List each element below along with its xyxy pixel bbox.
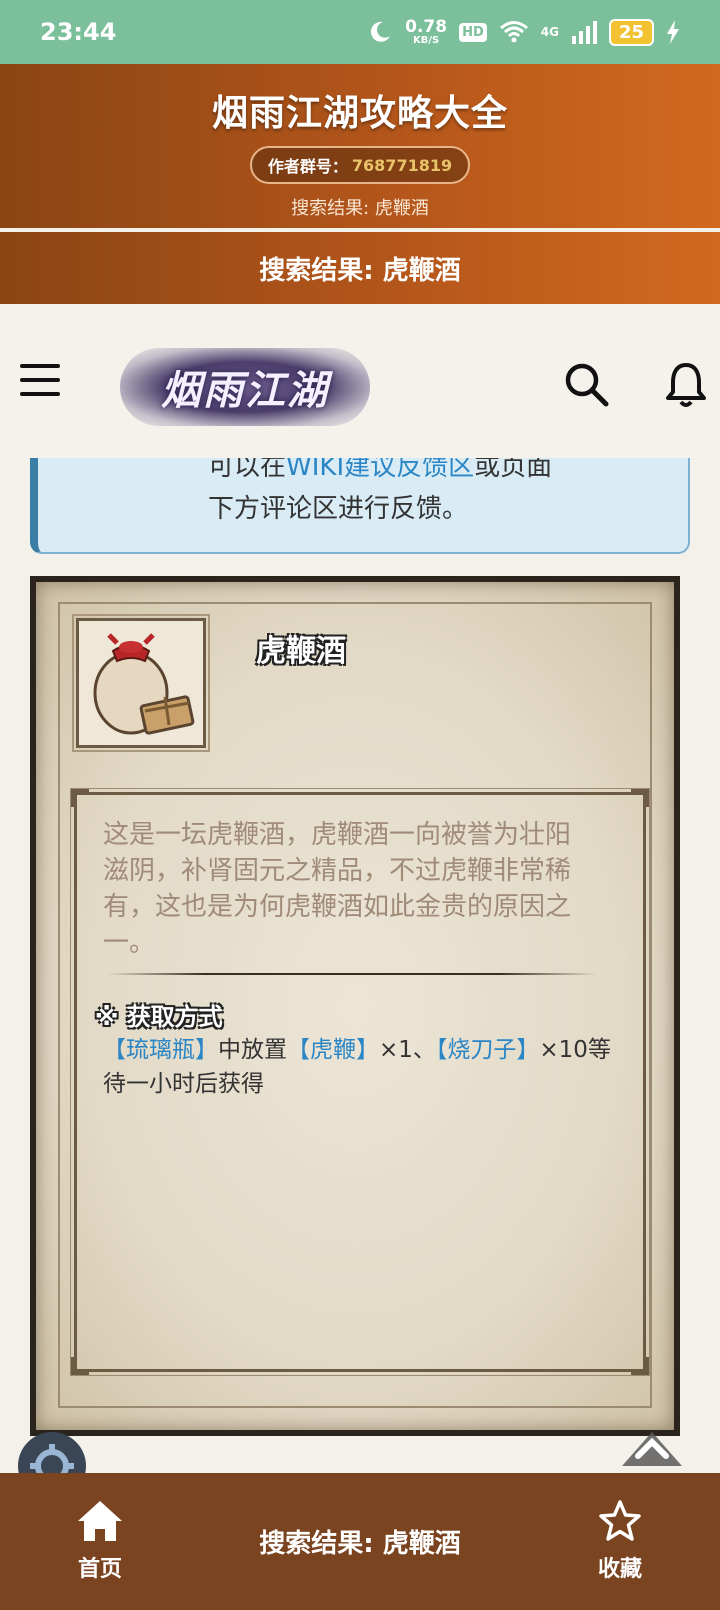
site-logo[interactable]: 烟雨江湖	[120, 348, 370, 426]
home-icon	[78, 1501, 122, 1541]
status-bar: 23:44 0.78 KB/S HD 4G 25	[0, 0, 720, 64]
notice-suffix: 或页面	[474, 458, 553, 482]
net-speed-unit: KB/S	[412, 34, 440, 46]
acquire-method-title: ※ 获取方式	[95, 1003, 223, 1031]
hd-badge: HD	[459, 22, 487, 42]
bell-icon[interactable]	[664, 360, 708, 408]
notice-prefix: 可以在	[208, 458, 287, 482]
item-description: 这是一坛虎鞭酒，虎鞭酒一向被誉为壮阳滋阴，补肾固元之精品，不过虎鞭非常稀有，这也…	[103, 820, 572, 958]
author-group-label: 作者群号：	[267, 157, 348, 176]
item-card: 虎鞭酒 这是一坛虎鞭酒，虎鞭酒一向被誉为壮阳滋阴，补肾固元之精品，不过虎鞭非常稀…	[30, 576, 680, 1436]
nav-home[interactable]: 首页	[60, 1499, 140, 1583]
net-speed: 0.78 KB/S	[405, 16, 448, 46]
nav-favorites-label: 收藏	[597, 1557, 642, 1582]
app-header: 烟雨江湖攻略大全 作者群号： 768771819 搜索结果: 虎鞭酒	[0, 64, 720, 228]
main-content: 可以在WIKI建议反馈区或页面 下方评论区进行反馈。 虎鞭酒 这是一坛虎鞭酒，虎…	[0, 458, 720, 1473]
author-group-number: 768771819	[351, 155, 453, 175]
acquire-text-2: ×1、	[379, 1037, 436, 1063]
feedback-notice: 可以在WIKI建议反馈区或页面 下方评论区进行反馈。	[30, 458, 690, 554]
battery-level: 25	[608, 18, 654, 46]
item-link-shaodaozi[interactable]: 【烧刀子】	[436, 1037, 540, 1063]
star-icon	[599, 1500, 641, 1541]
app-title: 烟雨江湖攻略大全	[211, 93, 508, 134]
network-type: 4G	[540, 25, 559, 39]
acquire-method-text: 【琉璃瓶】中放置【虎鞭】×1、【烧刀子】×10等待一小时后获得	[103, 1033, 623, 1101]
bottom-nav: 首页 搜索结果: 虎鞭酒 收藏	[0, 1473, 720, 1610]
hamburger-icon[interactable]	[20, 364, 60, 396]
author-group-badge[interactable]: 作者群号： 768771819	[249, 146, 471, 184]
item-image	[72, 614, 210, 752]
notice-line-2: 下方评论区进行反馈。	[208, 494, 469, 524]
status-icons: 0.78 KB/S HD 4G 25	[367, 16, 680, 46]
charging-icon	[667, 20, 679, 44]
site-nav: 烟雨江湖	[0, 304, 720, 458]
item-link-tiger-whip[interactable]: 【虎鞭】	[287, 1037, 379, 1063]
item-name: 虎鞭酒	[256, 634, 346, 669]
moon-icon	[371, 21, 391, 42]
nav-home-label: 首页	[77, 1557, 122, 1582]
nav-favorites[interactable]: 收藏	[580, 1499, 660, 1583]
wiki-feedback-link[interactable]: WIKI建议反馈区	[286, 458, 474, 482]
scroll-top-icon[interactable]	[618, 1426, 686, 1466]
page-title: 搜索结果: 虎鞭酒	[0, 232, 720, 304]
section-divider	[107, 973, 597, 975]
search-icon[interactable]	[562, 360, 610, 408]
signal-icon	[571, 21, 597, 44]
site-logo-text: 烟雨江湖	[161, 367, 329, 414]
item-link-glass-bottle[interactable]: 【琉璃瓶】	[103, 1037, 218, 1063]
item-description-box: 这是一坛虎鞭酒，虎鞭酒一向被誉为壮阳滋阴，补肾固元之精品，不过虎鞭非常稀有，这也…	[70, 788, 650, 1376]
wine-jar-icon	[93, 633, 195, 735]
wifi-icon	[499, 21, 528, 43]
net-speed-value: 0.78	[405, 16, 448, 37]
status-time: 23:44	[40, 18, 117, 46]
header-subtitle: 搜索结果: 虎鞭酒	[291, 198, 429, 219]
acquire-text-1: 中放置	[218, 1037, 287, 1063]
notice-line-1: 可以在WIKI建议反馈区或页面	[208, 458, 552, 483]
